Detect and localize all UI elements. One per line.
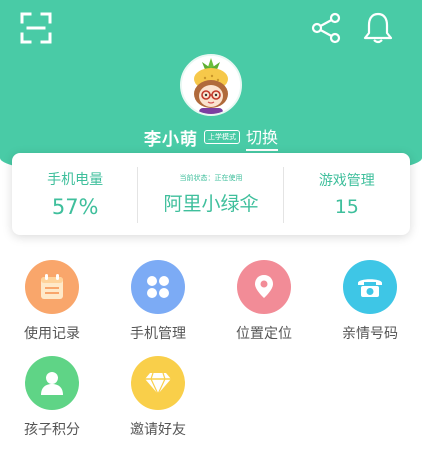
menu-child-points[interactable]: 孩子积分	[7, 356, 97, 439]
battery-stat[interactable]: 手机电量 57%	[12, 153, 139, 235]
switch-link[interactable]: 切换	[245, 124, 278, 151]
battery-value: 57%	[51, 195, 99, 219]
child-name: 李小萌	[143, 129, 198, 150]
phone-manage-icon	[131, 260, 185, 314]
status-text: 当前状态：正在使用	[179, 173, 243, 182]
menu-location[interactable]: 位置定位	[219, 260, 309, 343]
game-value: 15	[334, 196, 359, 218]
location-icon	[237, 260, 291, 314]
share-icon[interactable]	[306, 10, 346, 46]
menu-label: 位置定位	[236, 326, 292, 342]
game-label: 游戏管理	[318, 173, 375, 189]
telephone-icon	[343, 260, 397, 314]
menu-label: 孩子积分	[24, 422, 80, 438]
child-points-icon	[25, 356, 79, 410]
menu-label: 邀请好友	[130, 422, 186, 438]
current-app-name: 阿里小绿伞	[163, 192, 259, 215]
menu-phone-management[interactable]: 手机管理	[113, 260, 203, 343]
menu-label: 使用记录	[24, 326, 80, 342]
menu-usage-record[interactable]: 使用记录	[7, 260, 97, 343]
battery-label: 手机电量	[47, 172, 104, 188]
mode-badge: 上学模式	[203, 130, 240, 144]
stats-card: 手机电量 57% 当前状态：正在使用 阿里小绿伞 游戏管理 15	[12, 153, 410, 235]
invite-icon	[131, 356, 185, 410]
menu-label: 手机管理	[130, 326, 186, 342]
menu-family-numbers[interactable]: 亲情号码	[325, 260, 415, 343]
menu-invite-friends[interactable]: 邀请好友	[113, 356, 203, 439]
bell-icon[interactable]	[358, 8, 398, 48]
record-icon	[25, 260, 79, 314]
menu-label: 亲情号码	[342, 326, 398, 342]
avatar[interactable]	[180, 54, 242, 116]
profile-row: 李小萌 上学模式 切换	[0, 124, 422, 151]
game-management-stat[interactable]: 游戏管理 15	[284, 153, 410, 235]
scan-icon[interactable]	[18, 10, 54, 46]
current-status[interactable]: 当前状态：正在使用 阿里小绿伞	[138, 153, 284, 235]
